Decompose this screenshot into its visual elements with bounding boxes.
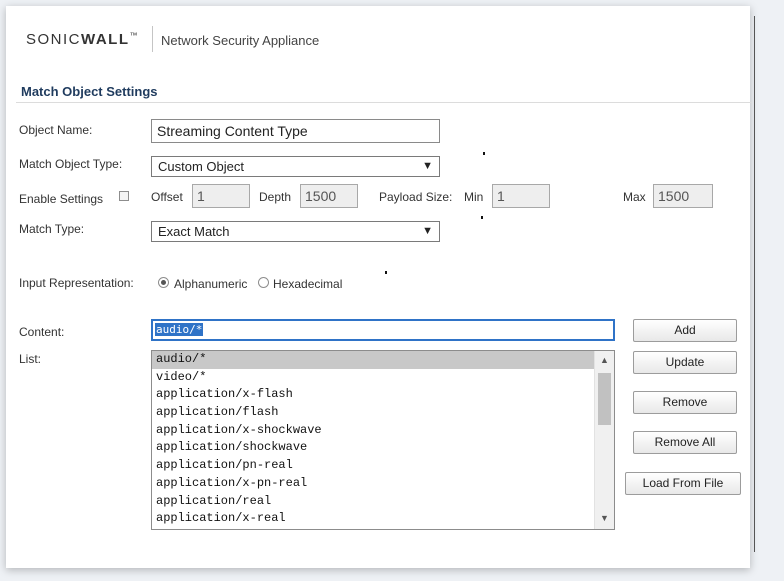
logo-trademark: ™: [129, 31, 138, 40]
list-scrollbar[interactable]: ▲ ▼: [594, 351, 614, 529]
section-divider: [16, 102, 752, 103]
match-object-type-label: Match Object Type:: [19, 157, 123, 171]
alphanumeric-radio[interactable]: [158, 277, 169, 288]
dropdown-arrow-icon: ▼: [422, 225, 433, 237]
cursor-mark: [481, 216, 483, 219]
input-representation-label: Input Representation:: [19, 276, 134, 290]
object-name-label: Object Name:: [19, 123, 93, 137]
hexadecimal-radio[interactable]: [258, 277, 269, 288]
content-label: Content:: [19, 325, 65, 339]
match-type-select[interactable]: Exact Match ▼: [151, 221, 440, 242]
window-edge-divider: [754, 16, 755, 552]
dropdown-arrow-icon: ▼: [422, 160, 433, 172]
list-item[interactable]: application/x-flash: [152, 386, 594, 404]
offset-input[interactable]: 1: [192, 184, 250, 208]
scroll-thumb[interactable]: [598, 373, 611, 425]
alphanumeric-label: Alphanumeric: [174, 277, 248, 291]
list-item[interactable]: application/real: [152, 493, 594, 511]
settings-panel: SONICWALL™ Network Security Appliance Ma…: [6, 6, 755, 568]
min-input[interactable]: 1: [492, 184, 550, 208]
scroll-up-arrow-icon[interactable]: ▲: [595, 352, 614, 369]
load-from-file-button[interactable]: Load From File: [625, 472, 741, 495]
enable-settings-checkbox[interactable]: [119, 191, 129, 201]
min-label: Min: [464, 190, 484, 204]
list-item[interactable]: application/flash: [152, 404, 594, 422]
logo-text-bold: WALL: [81, 31, 130, 48]
enable-settings-label: Enable Settings: [19, 192, 104, 206]
list-item[interactable]: application/pn-real: [152, 457, 594, 475]
add-button[interactable]: Add: [633, 319, 737, 342]
max-label: Max: [623, 190, 646, 204]
match-type-value: Exact Match: [158, 224, 230, 239]
remove-button[interactable]: Remove: [633, 391, 737, 414]
list-item-selected[interactable]: audio/*: [152, 351, 594, 369]
content-list[interactable]: audio/* video/* application/x-flash appl…: [151, 350, 615, 530]
offset-label: Offset: [151, 190, 183, 204]
content-input-selected-text: audio/*: [155, 323, 204, 336]
list-item[interactable]: video/*: [152, 369, 594, 387]
list-items: audio/* video/* application/x-flash appl…: [152, 351, 594, 528]
max-input[interactable]: 1500: [653, 184, 713, 208]
match-object-type-value: Custom Object: [158, 159, 244, 174]
app-name: Network Security Appliance: [161, 33, 320, 48]
hexadecimal-label: Hexadecimal: [273, 277, 343, 291]
list-item[interactable]: application/x-shockwave: [152, 422, 594, 440]
update-button[interactable]: Update: [633, 351, 737, 374]
logo-text-light: SONIC: [26, 31, 82, 48]
content-input[interactable]: audio/*: [151, 319, 615, 341]
depth-input[interactable]: 1500: [300, 184, 358, 208]
section-title: Match Object Settings: [21, 84, 158, 99]
remove-all-button[interactable]: Remove All: [633, 431, 737, 454]
scroll-down-arrow-icon[interactable]: ▼: [595, 510, 614, 527]
cursor-mark: [483, 152, 485, 155]
match-object-type-select[interactable]: Custom Object ▼: [151, 156, 440, 177]
match-type-label: Match Type:: [19, 222, 85, 236]
sonicwall-logo: SONICWALL™: [26, 31, 138, 48]
object-name-input[interactable]: Streaming Content Type: [151, 119, 440, 143]
list-item[interactable]: application/shockwave: [152, 439, 594, 457]
header-divider: [152, 26, 153, 52]
payload-size-label: Payload Size:: [379, 190, 453, 204]
list-item[interactable]: application/x-real: [152, 510, 594, 528]
depth-label: Depth: [259, 190, 292, 204]
cursor-mark: [385, 271, 387, 274]
list-label: List:: [19, 352, 42, 366]
list-item[interactable]: application/x-pn-real: [152, 475, 594, 493]
